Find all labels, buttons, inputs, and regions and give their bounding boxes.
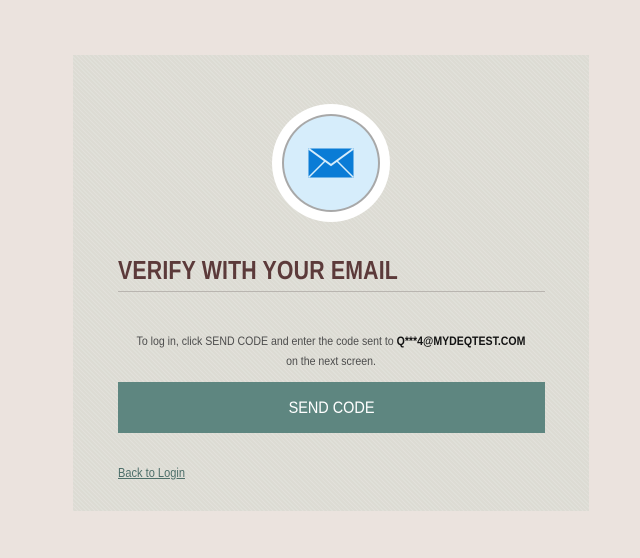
email-icon-badge	[272, 104, 390, 222]
title-divider	[118, 291, 545, 292]
envelope-icon	[308, 148, 354, 178]
send-code-button[interactable]: SEND CODE	[118, 382, 545, 433]
message-prefix: To log in, click SEND CODE and enter the…	[136, 334, 394, 348]
verify-email-card: VERIFY WITH YOUR EMAIL To log in, click …	[73, 55, 589, 511]
back-to-login-link[interactable]: Back to Login	[118, 465, 185, 480]
page-title: VERIFY WITH YOUR EMAIL	[118, 255, 399, 285]
email-icon-circle	[282, 114, 380, 212]
send-code-label: SEND CODE	[288, 397, 375, 417]
instruction-message: To log in, click SEND CODE and enter the…	[130, 331, 531, 371]
message-suffix: on the next screen.	[286, 354, 376, 368]
masked-email: Q***4@MYDEQTEST.COM	[396, 334, 526, 348]
